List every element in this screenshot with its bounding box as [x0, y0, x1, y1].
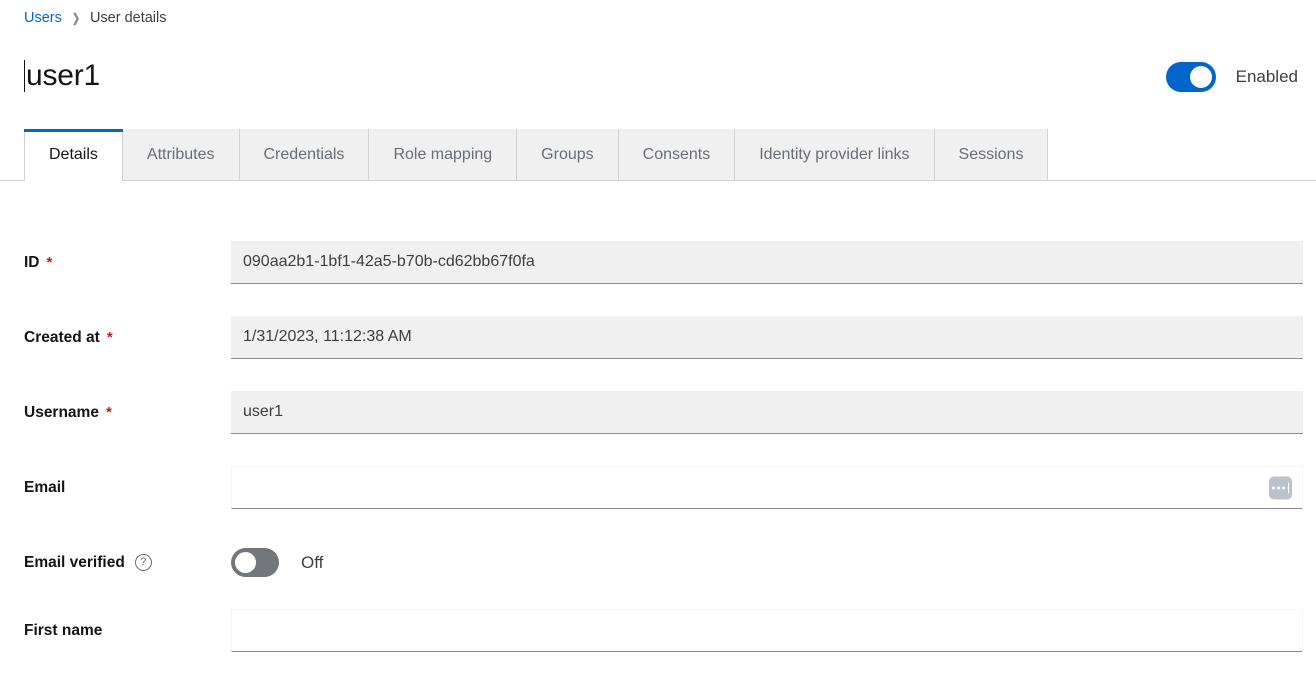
tab-attributes-label: Attributes — [147, 146, 215, 164]
tab-spacer-left — [0, 129, 24, 180]
enabled-toggle-knob — [1190, 66, 1212, 88]
email-verified-toggle-knob — [235, 552, 256, 573]
label-email: Email — [24, 479, 65, 497]
tab-attributes[interactable]: Attributes — [123, 129, 240, 180]
tab-consents[interactable]: Consents — [619, 129, 736, 180]
email-verified-toggle[interactable] — [231, 548, 279, 577]
label-id: ID * — [24, 254, 52, 272]
tab-details-label: Details — [49, 146, 98, 164]
label-first-name: First name — [24, 622, 102, 640]
autofill-cursor-bar — [1288, 482, 1290, 493]
input-id-value: 090aa2b1-1bf1-42a5-b70b-cd62bb67f0fa — [243, 253, 535, 271]
input-created-at[interactable]: 1/31/2023, 11:12:38 AM — [231, 316, 1303, 359]
label-username: Username * — [24, 404, 112, 422]
tab-credentials[interactable]: Credentials — [240, 129, 370, 180]
chevron-right-icon: ❯ — [72, 12, 80, 24]
email-verified-control: Off — [231, 548, 323, 577]
tab-consents-label: Consents — [643, 146, 711, 164]
tab-sessions-label: Sessions — [959, 146, 1024, 164]
form-row-email: Email — [0, 466, 1316, 509]
enabled-toggle[interactable] — [1166, 62, 1216, 92]
required-marker: * — [106, 405, 112, 420]
breadcrumb-link-users[interactable]: Users — [24, 11, 62, 26]
form-row-id: ID * 090aa2b1-1bf1-42a5-b70b-cd62bb67f0f… — [0, 241, 1316, 284]
tab-groups-label: Groups — [541, 146, 593, 164]
input-created-at-value: 1/31/2023, 11:12:38 AM — [243, 328, 412, 346]
tab-filler — [1048, 129, 1316, 180]
label-email-verified: Email verified ? — [24, 554, 152, 572]
form-row-created-at: Created at * 1/31/2023, 11:12:38 AM — [0, 316, 1316, 359]
input-email[interactable] — [231, 466, 1303, 509]
autofill-dots — [1272, 486, 1285, 489]
tab-credentials-label: Credentials — [264, 146, 345, 164]
form-row-email-verified: Email verified ? Off — [0, 541, 1316, 584]
tab-identity-provider-links[interactable]: Identity provider links — [735, 129, 934, 180]
label-id-text: ID — [24, 254, 40, 272]
tab-role-mapping-label: Role mapping — [393, 146, 492, 164]
text-caret — [24, 60, 25, 92]
email-verified-state-label: Off — [301, 553, 323, 573]
form-row-first-name: First name — [0, 609, 1316, 652]
breadcrumb: Users ❯ User details — [24, 11, 167, 26]
tab-groups[interactable]: Groups — [517, 129, 618, 180]
label-created-at: Created at * — [24, 329, 113, 347]
label-username-text: Username — [24, 404, 99, 422]
label-first-name-text: First name — [24, 622, 102, 640]
input-first-name[interactable] — [231, 609, 1303, 652]
page-title-text: user1 — [26, 59, 100, 92]
help-circle-icon[interactable]: ? — [135, 554, 152, 571]
required-marker: * — [107, 330, 113, 345]
input-username[interactable]: user1 — [231, 391, 1303, 434]
user-detail-tabs: Details Attributes Credentials Role mapp… — [0, 129, 1316, 181]
tab-role-mapping[interactable]: Role mapping — [369, 129, 517, 180]
required-marker: * — [47, 255, 53, 270]
label-created-at-text: Created at — [24, 329, 100, 347]
page-title: user1 — [24, 56, 100, 96]
form-autofill-icon[interactable] — [1269, 476, 1292, 499]
tab-details[interactable]: Details — [24, 129, 123, 181]
input-username-value: user1 — [243, 403, 283, 421]
enabled-toggle-label: Enabled — [1236, 67, 1298, 87]
tab-sessions[interactable]: Sessions — [935, 129, 1049, 180]
form-row-username: Username * user1 — [0, 391, 1316, 434]
breadcrumb-current: User details — [90, 11, 167, 26]
user-enabled-control: Enabled — [1166, 62, 1298, 92]
label-email-verified-text: Email verified — [24, 554, 125, 572]
label-email-text: Email — [24, 479, 65, 497]
tab-identity-provider-links-label: Identity provider links — [759, 146, 909, 164]
input-id[interactable]: 090aa2b1-1bf1-42a5-b70b-cd62bb67f0fa — [231, 241, 1303, 284]
